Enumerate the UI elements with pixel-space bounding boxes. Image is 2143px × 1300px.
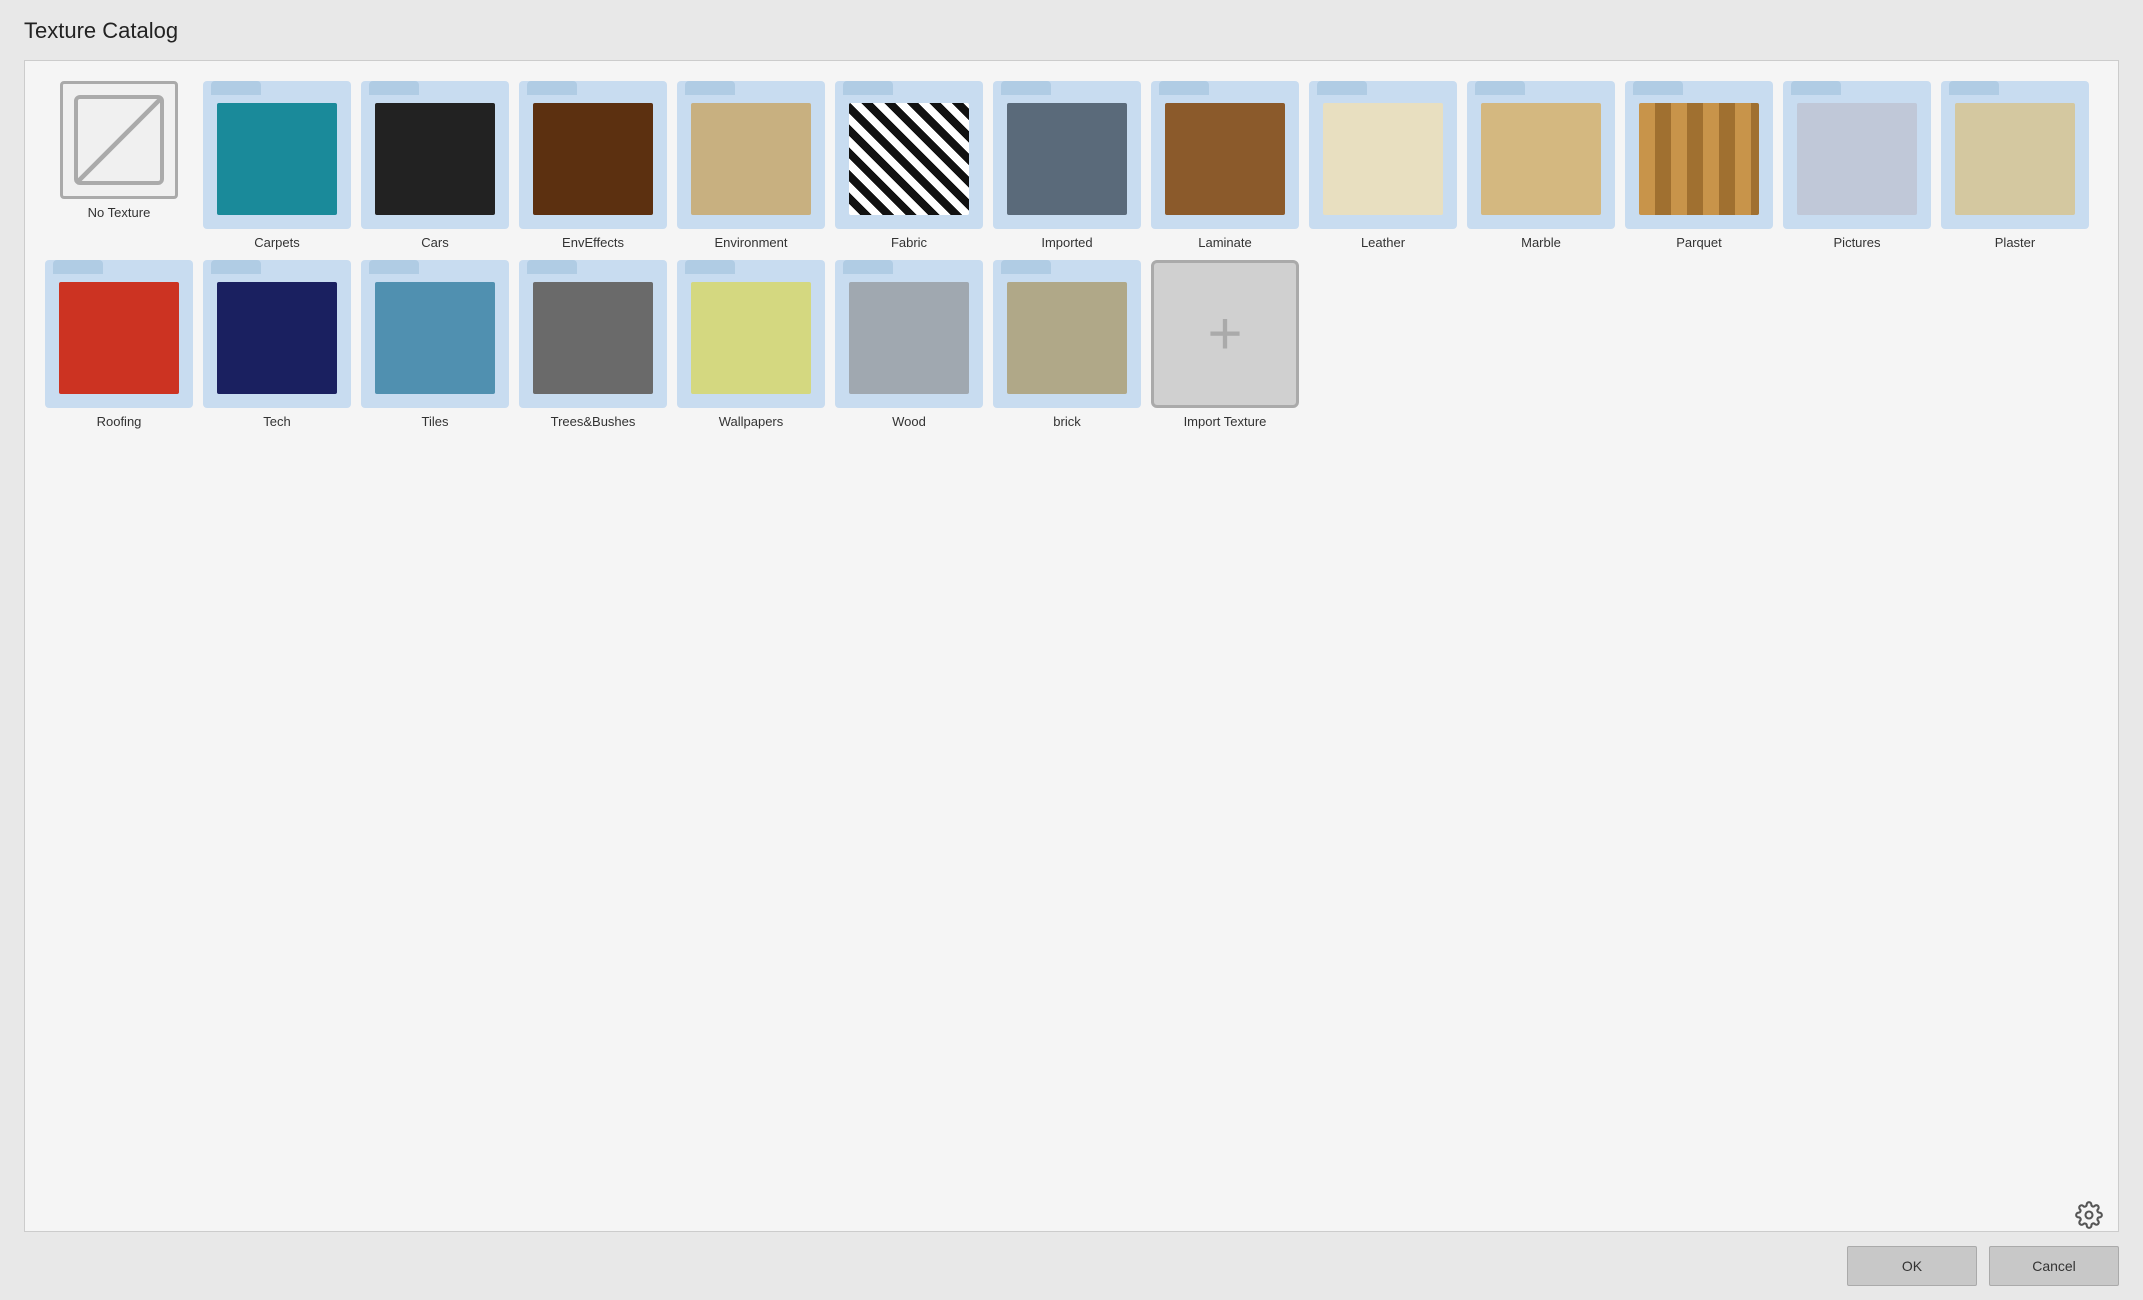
folder-icon [677,81,825,229]
folder-icon [203,81,351,229]
item-label: EnvEffects [562,235,624,250]
item-label: Laminate [1198,235,1251,250]
folder-icon [361,81,509,229]
catalog-item-environment[interactable]: Environment [677,81,825,250]
item-label: Import Texture [1184,414,1267,429]
item-label: Cars [421,235,448,250]
folder-icon [1467,81,1615,229]
catalog-item-carpets[interactable]: Carpets [203,81,351,250]
catalog-item-cars[interactable]: Cars [361,81,509,250]
folder-icon [1151,81,1299,229]
page-title: Texture Catalog [24,18,178,44]
cancel-button[interactable]: Cancel [1989,1246,2119,1286]
folder-icon [1625,81,1773,229]
folder-icon [1941,81,2089,229]
catalog-item-fabric[interactable]: Fabric [835,81,983,250]
item-label: Marble [1521,235,1561,250]
gear-icon[interactable] [2075,1201,2103,1229]
catalog-item-wallpapers[interactable]: Wallpapers [677,260,825,429]
catalog-item-imported[interactable]: Imported [993,81,1141,250]
item-label: brick [1053,414,1080,429]
item-label: Trees&Bushes [551,414,636,429]
item-label: Roofing [97,414,142,429]
settings-area [2075,1201,2103,1232]
folder-icon [677,260,825,408]
item-label: Leather [1361,235,1405,250]
catalog-item-leather[interactable]: Leather [1309,81,1457,250]
folder-icon [361,260,509,408]
import-icon: + [1151,260,1299,408]
item-label: Tiles [422,414,449,429]
no-texture-icon [60,81,178,199]
folder-icon [519,260,667,408]
catalog-item-roofing[interactable]: Roofing [45,260,193,429]
item-label: No Texture [88,205,151,220]
folder-icon [203,260,351,408]
folder-icon [1309,81,1457,229]
item-label: Fabric [891,235,927,250]
catalog-item-marble[interactable]: Marble [1467,81,1615,250]
item-label: Imported [1041,235,1092,250]
catalog-item-parquet[interactable]: Parquet [1625,81,1773,250]
catalog-item-tiles[interactable]: Tiles [361,260,509,429]
item-label: Parquet [1676,235,1722,250]
item-label: Wallpapers [719,414,784,429]
folder-icon [835,81,983,229]
catalog-item-wood[interactable]: Wood [835,260,983,429]
catalog-item-plaster[interactable]: Plaster [1941,81,2089,250]
catalog-item-tech[interactable]: Tech [203,260,351,429]
catalog-item-pictures[interactable]: Pictures [1783,81,1931,250]
catalog-item-import-texture[interactable]: + Import Texture [1151,260,1299,429]
catalog-panel: No Texture Carpets Cars EnvEffects [24,60,2119,1232]
folder-icon [993,81,1141,229]
ok-button[interactable]: OK [1847,1246,1977,1286]
folder-icon [993,260,1141,408]
item-label: Pictures [1834,235,1881,250]
item-label: Plaster [1995,235,2035,250]
catalog-item-enveffects[interactable]: EnvEffects [519,81,667,250]
bottom-bar: OK Cancel [24,1232,2119,1300]
catalog-item-laminate[interactable]: Laminate [1151,81,1299,250]
folder-icon [519,81,667,229]
item-label: Wood [892,414,926,429]
catalog-item-treesbushes[interactable]: Trees&Bushes [519,260,667,429]
item-label: Tech [263,414,290,429]
folder-icon [835,260,983,408]
catalog-item-no-texture[interactable]: No Texture [45,81,193,250]
texture-grid: No Texture Carpets Cars EnvEffects [45,81,2098,429]
folder-icon [1783,81,1931,229]
item-label: Carpets [254,235,300,250]
catalog-item-brick[interactable]: brick [993,260,1141,429]
item-label: Environment [715,235,788,250]
folder-icon [45,260,193,408]
